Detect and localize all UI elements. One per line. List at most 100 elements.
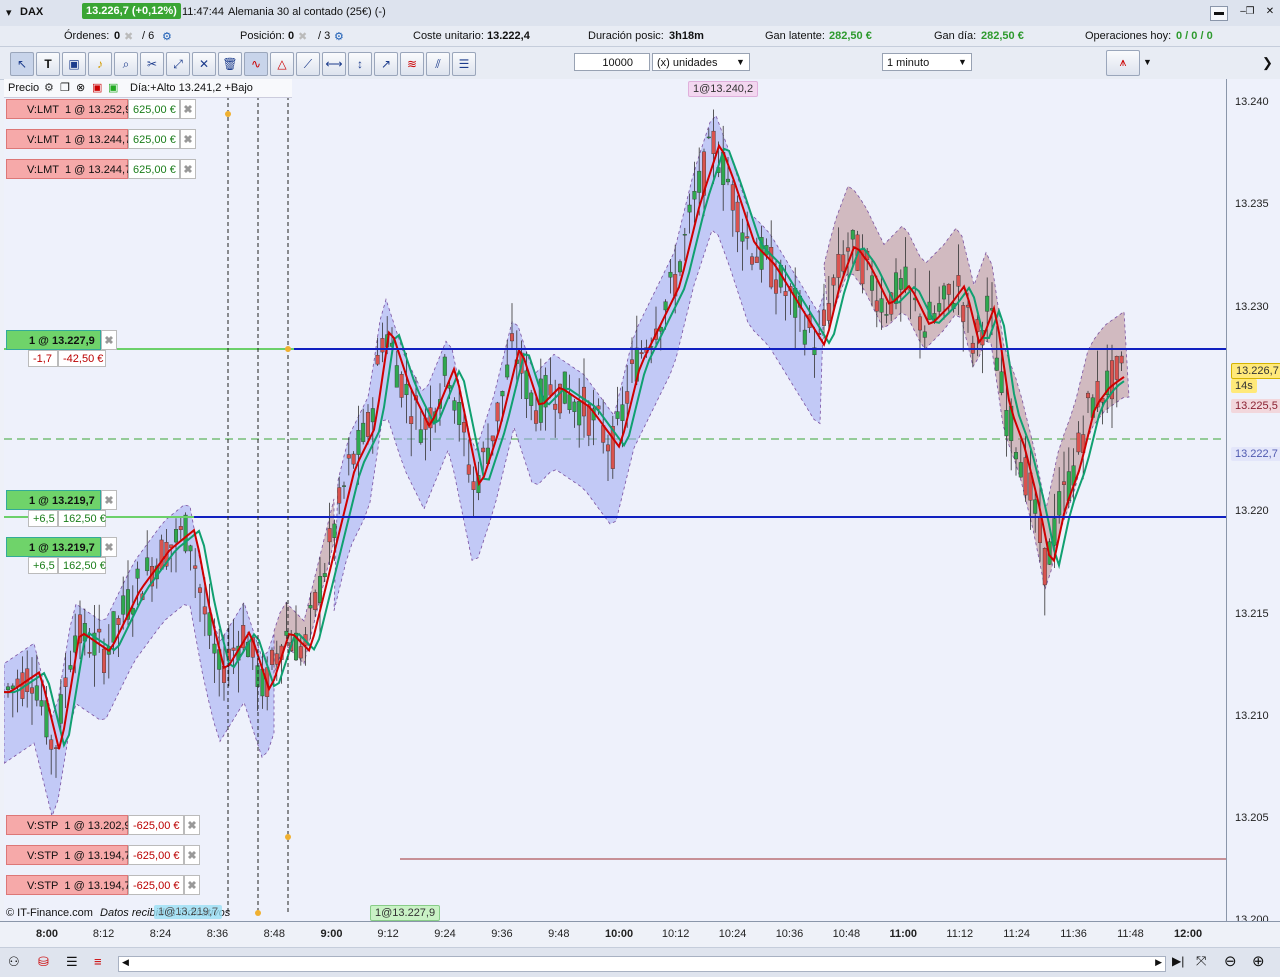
price-axis[interactable]: 13.24013.23513.23013.22513.22013.21513.2… xyxy=(1226,79,1280,926)
wrench-icon[interactable]: ⚙ xyxy=(44,79,54,97)
order-label[interactable]: V:STP 1 @ 13.202,9 xyxy=(6,815,131,835)
sell-icon[interactable]: ▣ xyxy=(92,79,102,97)
price-label: Precio xyxy=(8,82,40,94)
clipboard-icon[interactable]: ▣ xyxy=(62,52,86,76)
trash-icon[interactable]: 🗑 xyxy=(218,52,242,76)
settings-panel-icon[interactable]: ☰ xyxy=(452,52,476,76)
candle-down xyxy=(490,435,495,442)
quantity-input[interactable]: 10000 xyxy=(574,53,650,71)
ray-icon[interactable]: ↗ xyxy=(374,52,398,76)
position-info-bar: Órdenes: 0 ✖ / 6 ⚙ Posición: 0 ✖ / 3 ⚙ C… xyxy=(0,26,1280,47)
fit-icon[interactable]: ⤧ xyxy=(1196,953,1206,969)
buy-icon[interactable]: ▣ xyxy=(108,79,118,97)
close-position-icon[interactable]: ✖ xyxy=(101,537,117,557)
close-position-icon[interactable]: ✖ xyxy=(101,330,117,350)
chart-type-dropdown-icon[interactable]: ▼ xyxy=(1143,57,1152,67)
fibonacci-icon[interactable]: ⤢ xyxy=(166,52,190,76)
time-tick-label: 10:48 xyxy=(832,928,861,940)
time-tick-label: 10:12 xyxy=(661,928,690,940)
price-tag-b: 13.222,7 xyxy=(1231,447,1280,461)
orders-clear-icon[interactable]: ✖ xyxy=(124,30,133,43)
horizontal-line-icon[interactable]: ⟷ xyxy=(322,52,346,76)
scroll-right-icon[interactable]: ▶ xyxy=(1155,957,1162,968)
scroll-end-icon[interactable]: ▶| xyxy=(1172,954,1184,968)
candle-up xyxy=(145,557,150,572)
share-icon[interactable]: ⚇ xyxy=(8,954,20,970)
position-label[interactable]: 1 @ 13.219,7 xyxy=(6,537,101,557)
candle-down xyxy=(274,653,279,665)
cross-line-icon[interactable]: ✕ xyxy=(192,52,216,76)
order-label[interactable]: V:STP 1 @ 13.194,7 xyxy=(6,845,131,865)
zoom-in-icon[interactable]: ⊕ xyxy=(1252,952,1265,970)
candle-up xyxy=(663,301,668,311)
tools-icon[interactable]: ✂ xyxy=(140,52,164,76)
ops-today-value: 0 / 0 / 0 xyxy=(1176,30,1213,42)
candle-down xyxy=(836,253,841,278)
order-label[interactable]: V:LMT 1 @ 13.244,7 xyxy=(6,159,131,179)
candle-down xyxy=(466,464,471,475)
zigzag-icon[interactable]: ≋ xyxy=(400,52,424,76)
order-label[interactable]: V:STP 1 @ 13.194,7 xyxy=(6,875,131,895)
candle-down xyxy=(409,416,414,425)
zoom-icon[interactable]: ⌕ xyxy=(114,52,138,76)
position-gear-icon[interactable]: ⚙ xyxy=(334,30,344,43)
timeframe-dropdown-icon[interactable]: ▼ xyxy=(958,57,967,67)
candle-up xyxy=(361,422,366,442)
dropdown-arrow-icon[interactable]: ▾ xyxy=(6,6,12,19)
history-scrollbar[interactable]: ◀ ▶ xyxy=(118,956,1166,972)
time-axis[interactable]: 8:00 8:12 8:24 8:36 8:48 9:00 9:12 9:24 9:36 9:48… xyxy=(0,921,1280,948)
candle-down xyxy=(750,256,755,265)
close-icon[interactable]: ✕ xyxy=(1262,6,1278,19)
order-label[interactable]: V:LMT 1 @ 13.252,9 xyxy=(6,99,131,119)
time-tick-label: 11:48 xyxy=(1117,928,1144,940)
cancel-order-icon[interactable]: ✖ xyxy=(180,129,196,149)
triangle-icon[interactable]: △ xyxy=(270,52,294,76)
orders-gear-icon[interactable]: ⚙ xyxy=(162,30,172,43)
order-value: -625,00 € xyxy=(128,845,184,865)
price-tick-label: 13.215 xyxy=(1235,607,1269,620)
price-chart[interactable]: Precio ⚙ ❐ ⊗ ▣ ▣ Día:+Alto 13.241,2 +Baj… xyxy=(4,79,1226,921)
candle-down xyxy=(1119,355,1124,364)
position-label[interactable]: 1 @ 13.227,9 xyxy=(6,330,101,350)
window-title: Alemania 30 al contado (25€) (-) xyxy=(228,6,386,18)
layers-icon[interactable]: ≡ xyxy=(94,954,102,969)
time-tick-label: 8:48 xyxy=(263,928,286,940)
candle-down xyxy=(197,587,202,593)
line-chart-icon[interactable]: ∿ xyxy=(244,52,268,76)
cancel-order-icon[interactable]: ✖ xyxy=(180,99,196,119)
unit-cost-value: 13.222,4 xyxy=(487,30,530,42)
order-label[interactable]: V:LMT 1 @ 13.244,7 xyxy=(6,129,131,149)
cancel-order-icon[interactable]: ✖ xyxy=(184,875,200,895)
remove-icon[interactable]: ⊗ xyxy=(76,79,85,97)
indicators-icon[interactable]: ⛁ xyxy=(38,954,49,970)
cancel-order-icon[interactable]: ✖ xyxy=(184,845,200,865)
restore-icon[interactable]: ❐ xyxy=(1242,6,1258,19)
chart-type-icon[interactable]: ⩚ xyxy=(1106,50,1140,76)
zoom-out-icon[interactable]: ⊖ xyxy=(1224,952,1237,970)
alarm-bell-icon[interactable]: ♪ xyxy=(88,52,112,76)
position-label[interactable]: 1 @ 13.219,7 xyxy=(6,490,101,510)
channel-icon[interactable]: ⫽ xyxy=(426,52,450,76)
close-position-icon[interactable]: ✖ xyxy=(101,490,117,510)
copy-icon[interactable]: ❐ xyxy=(60,79,70,97)
pointer-icon[interactable]: ↖ xyxy=(10,52,34,76)
vertical-line-icon[interactable]: ↕ xyxy=(348,52,372,76)
position-clear-icon[interactable]: ✖ xyxy=(298,30,307,43)
minimize-icon[interactable]: ▬ xyxy=(1210,6,1228,21)
text-tool-icon[interactable]: T xyxy=(36,52,60,76)
order-value: 625,00 € xyxy=(128,129,180,149)
list-icon[interactable]: ☰ xyxy=(66,954,78,970)
panel-toggle-icon[interactable]: ❯ xyxy=(1262,55,1273,71)
cancel-order-icon[interactable]: ✖ xyxy=(184,815,200,835)
candle-up xyxy=(793,287,798,318)
scroll-left-icon[interactable]: ◀ xyxy=(122,957,129,968)
candle-up xyxy=(879,298,884,313)
unit-dropdown-icon[interactable]: ▼ xyxy=(736,57,745,67)
trend-line-icon[interactable]: ⟋ xyxy=(296,52,320,76)
candle-down xyxy=(380,338,385,353)
candle-down xyxy=(1037,517,1042,543)
candle-down xyxy=(101,648,106,673)
candle-up xyxy=(404,383,409,396)
instrument-name[interactable]: DAX xyxy=(20,6,43,18)
cancel-order-icon[interactable]: ✖ xyxy=(180,159,196,179)
